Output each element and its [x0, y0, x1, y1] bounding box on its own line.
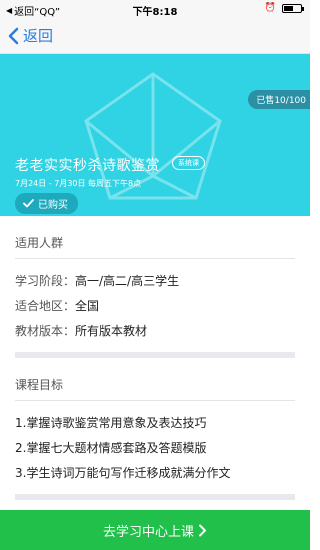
info-key: 学习阶段： — [15, 274, 76, 288]
section-separator — [15, 352, 295, 358]
alarm-icon: ⏰ — [264, 3, 276, 13]
chevron-left-icon — [8, 27, 19, 44]
battery-icon — [282, 3, 304, 13]
divider — [15, 400, 295, 401]
course-banner: 已售10/100 老老实实秒杀诗歌鉴赏 系统课 7月24日 - 7月30日 每周… — [0, 54, 310, 216]
nav-bar: 返回 — [0, 18, 310, 54]
status-bar: ◀ 返回“QQ” 下午8:18 ⏰ — [0, 0, 310, 18]
goals-heading: 课程目标 — [15, 378, 64, 392]
info-row-region: 适合地区：全国 — [15, 297, 99, 314]
back-button[interactable]: 返回 — [8, 25, 53, 46]
purchased-label: 已购买 — [38, 200, 68, 211]
goal-item: 2.掌握七大题材情感套路及答题模版 — [15, 441, 207, 455]
purchased-badge: 已购买 — [15, 193, 78, 214]
goal-item: 3.学生诗词万能句写作迁移成就满分作文 — [15, 466, 231, 480]
course-schedule: 7月24日 - 7月30日 每周五下午8点 — [15, 179, 142, 188]
section-separator — [15, 494, 295, 500]
audience-heading: 适用人群 — [15, 236, 64, 250]
back-label: 返回 — [23, 27, 54, 45]
status-icons: ⏰ — [264, 3, 304, 13]
info-key: 教材版本： — [15, 324, 76, 338]
checkmark-icon — [23, 199, 34, 208]
info-row-stage: 学习阶段：高一/高二/高三学生 — [15, 272, 179, 289]
cta-label: 去学习中心上课 — [102, 524, 194, 540]
go-to-learning-center-button[interactable]: 去学习中心上课 — [0, 510, 310, 550]
battery-fill — [284, 5, 293, 11]
chevron-right-icon — [199, 524, 206, 536]
info-key: 适合地区： — [15, 299, 76, 313]
info-value: 所有版本教材 — [75, 324, 148, 338]
info-value: 全国 — [75, 299, 100, 313]
goal-item: 1.掌握诗歌鉴赏常用意象及表达技巧 — [15, 416, 207, 430]
course-type-tag: 系统课 — [172, 156, 205, 170]
status-time: 下午8:18 — [132, 7, 178, 18]
sold-count-badge: 已售10/100 — [248, 90, 310, 109]
info-value: 高一/高二/高三学生 — [75, 274, 180, 288]
course-title: 老老实实秒杀诗歌鉴赏 — [15, 158, 160, 174]
info-row-textbook: 教材版本：所有版本教材 — [15, 322, 147, 339]
divider — [15, 258, 295, 259]
